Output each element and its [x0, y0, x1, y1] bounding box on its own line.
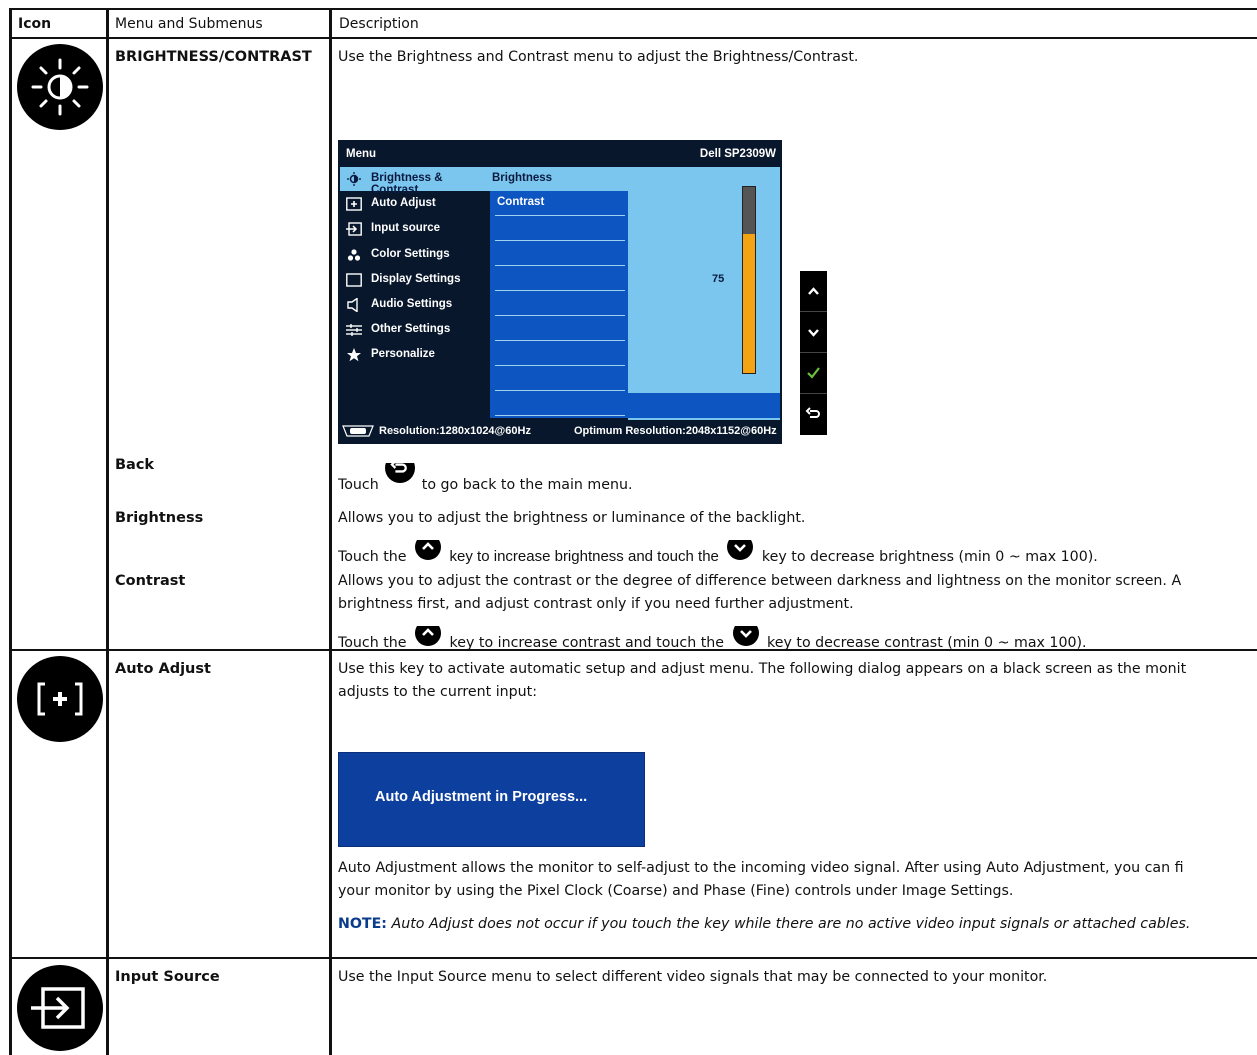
osd-menu-list: Brightness & Contrast Auto Adjust Input … [340, 167, 490, 415]
auto-adjust-paragraph-cont: your monitor by using the Pixel Clock (C… [338, 883, 1014, 899]
vga-connector-icon [342, 425, 374, 437]
osd-sub-brightness: Brightness [490, 167, 628, 191]
contrast-description: Allows you to adjust the contrast or the… [338, 573, 1182, 589]
up-arrow-icon [415, 540, 442, 560]
contrast-instructions: Touch the key to increase contrast and t… [338, 626, 1253, 655]
down-arrow-icon [732, 626, 759, 646]
confirm-button[interactable] [800, 353, 827, 394]
touch-button-strip [800, 271, 827, 435]
back-icon [385, 463, 416, 483]
table-border-col2 [329, 8, 332, 1055]
brightness-description: Allows you to adjust the brightness or l… [338, 510, 806, 526]
menu-name-back: Back [115, 457, 155, 473]
osd-sub-empty [495, 391, 625, 416]
input-source-icon [346, 222, 362, 236]
auto-adjust-icon [17, 656, 103, 742]
table-border-top [10, 8, 1257, 10]
osd-sub-empty [495, 366, 625, 391]
osd-item-color-settings: Color Settings [340, 243, 490, 267]
back-icon [805, 407, 820, 418]
up-button[interactable] [800, 271, 827, 312]
menu-name-brightness-contrast: BRIGHTNESS/CONTRAST [115, 49, 312, 65]
brightness-contrast-description: Use the Brightness and Contrast menu to … [338, 49, 859, 65]
osd-sub-empty [495, 266, 625, 291]
auto-adjust-description-cont: adjusts to the current input: [338, 684, 537, 700]
header-menu: Menu and Submenus [115, 16, 263, 32]
osd-sub-empty [495, 316, 625, 341]
osd-sub-empty [495, 216, 625, 241]
down-arrow-icon [808, 329, 819, 337]
down-arrow-icon [727, 540, 754, 560]
sliders-icon [346, 324, 362, 336]
osd-item-brightness-contrast: Brightness & Contrast [340, 167, 490, 196]
menu-name-brightness: Brightness [115, 510, 204, 526]
brightness-level-bar [742, 186, 756, 374]
speaker-icon [347, 298, 358, 312]
star-icon [347, 348, 361, 362]
osd-sub-empty [495, 341, 625, 366]
osd-optimum-resolution: Optimum Resolution:2048x1152@60Hz [574, 425, 777, 437]
color-settings-icon [347, 249, 361, 261]
brightness-level-value: 75 [712, 273, 725, 285]
osd-header: Menu Dell SP2309W [338, 140, 782, 167]
table-border-left [9, 8, 12, 1055]
row-divider [10, 957, 1257, 959]
osd-screenshot: Menu Dell SP2309W Brightness & Contrast … [338, 140, 782, 444]
osd-sub-empty [495, 241, 625, 266]
osd-item-label: Display Settings [371, 273, 461, 285]
check-icon [807, 367, 820, 379]
osd-resolution: Resolution:1280x1024@60Hz [379, 425, 531, 437]
up-arrow-icon [415, 626, 442, 646]
menu-name-input-source: Input Source [115, 969, 220, 985]
table-border-col1 [106, 8, 109, 1055]
auto-adjust-description: Use this key to activate automatic setup… [338, 661, 1187, 677]
auto-adjust-paragraph: Auto Adjustment allows the monitor to se… [338, 860, 1184, 876]
header-divider [10, 37, 1257, 39]
osd-item-label: Audio Settings [371, 298, 453, 310]
note-text: Auto Adjust does not occur if you touch … [391, 916, 1191, 932]
osd-item-label: Auto Adjust [371, 197, 436, 209]
osd-item-display-settings: Display Settings [340, 268, 490, 292]
auto-adjust-icon [346, 197, 362, 211]
note-label: NOTE: [338, 916, 387, 932]
osd-item-auto-adjust: Auto Adjust [340, 192, 490, 216]
osd-value-panel-bottom [628, 393, 780, 418]
sun-icon [347, 172, 361, 186]
osd-item-other-settings: Other Settings [340, 318, 490, 342]
osd-item-personalize: Personalize [340, 343, 490, 367]
auto-adjust-note: NOTE: Auto Adjust does not occur if you … [338, 913, 1253, 936]
osd-item-label: Color Settings [371, 248, 450, 260]
contrast-description-cont: brightness first, and adjust contrast on… [338, 596, 854, 612]
osd-value-panel [628, 167, 780, 420]
brightness-instructions: Touch the key to increase brightness and… [338, 540, 1253, 569]
osd-title: Menu [346, 148, 377, 160]
header-description: Description [339, 16, 419, 32]
input-source-description: Use the Input Source menu to select diff… [338, 969, 1048, 985]
brightness-level-fill [743, 233, 755, 373]
sun-icon [17, 44, 103, 130]
display-settings-icon [346, 273, 362, 287]
osd-sub-contrast: Contrast [495, 191, 625, 216]
header-icon: Icon [18, 16, 52, 32]
back-description: Touch to go back to the main menu. [338, 463, 1253, 497]
osd-submenu: Brightness Contrast [490, 167, 628, 418]
osd-item-label: Input source [371, 222, 441, 234]
osd-sub-empty [495, 291, 625, 316]
auto-adjust-dialog: Auto Adjustment in Progress... [338, 752, 645, 847]
osd-item-label: Other Settings [371, 323, 451, 335]
input-source-icon [17, 965, 103, 1051]
osd-model: Dell SP2309W [699, 148, 776, 160]
up-arrow-icon [808, 287, 819, 295]
back-button[interactable] [800, 394, 827, 434]
down-button[interactable] [800, 312, 827, 353]
osd-item-label: Personalize [371, 348, 435, 360]
osd-item-audio-settings: Audio Settings [340, 293, 490, 317]
osd-footer: Resolution:1280x1024@60Hz Optimum Resolu… [338, 418, 782, 444]
menu-name-auto-adjust: Auto Adjust [115, 661, 211, 677]
menu-name-contrast: Contrast [115, 573, 186, 589]
osd-item-input-source: Input source [340, 217, 490, 241]
